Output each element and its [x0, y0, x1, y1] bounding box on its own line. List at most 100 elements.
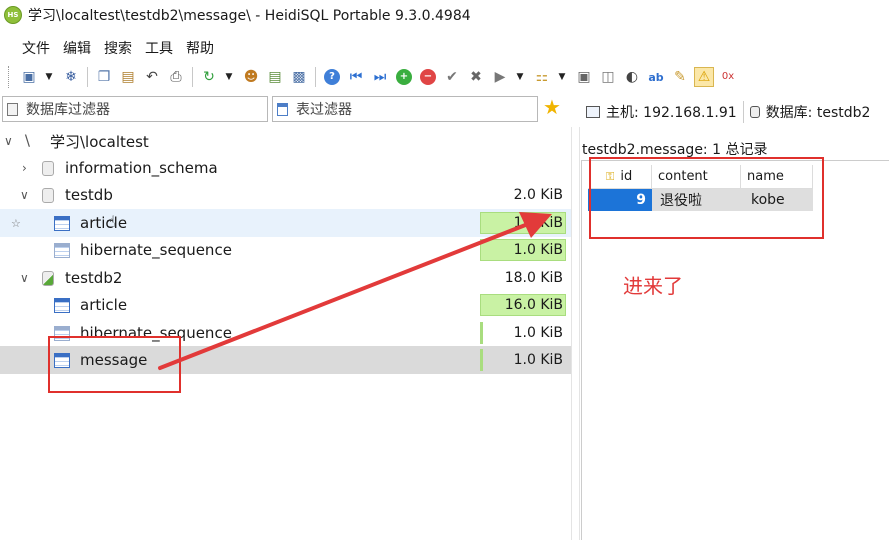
toolbar: ▣ ▼ ❄ ❐ ▤ ↶ ⎙ ↻ ▼ ☻ ▤ ▩ ? ⏮ ⏭ + − ✔ ✖ ▶ …	[0, 62, 889, 92]
export-sql-icon[interactable]: ▤	[265, 67, 285, 87]
menu-tools[interactable]: 工具	[145, 38, 173, 58]
paste-icon[interactable]: ▤	[118, 67, 138, 87]
last-record-icon[interactable]: ⏭	[370, 67, 390, 87]
menu-file[interactable]: 文件	[22, 38, 50, 58]
user-manager-icon[interactable]: ☻	[241, 67, 261, 87]
table-filter-input[interactable]: 表过滤器	[272, 96, 538, 122]
db-size: 18.0 KiB	[504, 270, 563, 286]
save-as-icon[interactable]: ◫	[598, 67, 618, 87]
toolbar-grip[interactable]	[8, 66, 11, 88]
tab-host[interactable]: 主机: 192.168.1.91	[580, 99, 743, 125]
session-dropdown-icon[interactable]: ▼	[43, 67, 55, 87]
hand-cursor-icon: ☝	[106, 212, 116, 231]
tree-session-label: 学习\localtest	[50, 132, 149, 151]
menu-search[interactable]: 搜索	[104, 38, 132, 58]
replace-icon[interactable]: ab	[646, 67, 666, 87]
database-tab-icon	[749, 106, 760, 118]
collapse-chevron-icon[interactable]: ∨	[20, 188, 29, 202]
hex-icon[interactable]: 0x	[718, 67, 738, 87]
table-icon	[54, 297, 70, 313]
tree-table-testdb-hibernate-sequence[interactable]: hibernate_sequence 1.0 KiB	[0, 236, 571, 264]
tree-db-testdb2[interactable]: ∨ testdb2 18.0 KiB	[0, 264, 571, 292]
insert-record-icon[interactable]: +	[394, 67, 414, 87]
tab-database[interactable]: 数据库: testdb2	[744, 99, 877, 125]
undo-icon[interactable]: ↶	[142, 67, 162, 87]
tree-db-label: testdb2	[65, 269, 123, 287]
post-check-icon[interactable]: ✔	[442, 67, 462, 87]
pin-star-icon[interactable]: ☆	[11, 217, 21, 230]
copy-icon[interactable]: ❐	[94, 67, 114, 87]
toolbar-separator	[87, 67, 88, 87]
host-monitor-icon	[586, 106, 600, 118]
title-bar: HS 学习\localtest\testdb2\message\ - Heidi…	[0, 0, 889, 30]
menu-help[interactable]: 帮助	[186, 38, 214, 58]
table-filter-placeholder: 表过滤器	[296, 102, 352, 118]
collapse-chevron-icon[interactable]: ∨	[4, 134, 13, 148]
database-icon	[42, 187, 54, 203]
first-record-icon[interactable]: ⏮	[346, 67, 366, 87]
app-window: HS 学习\localtest\testdb2\message\ - Heidi…	[0, 0, 889, 540]
grid-caption: testdb2.message: 1 总记录	[582, 142, 768, 158]
database-icon	[42, 160, 54, 176]
import-icon[interactable]: ▩	[289, 67, 309, 87]
tree-table-testdb2-article[interactable]: article 16.0 KiB	[0, 291, 571, 319]
table-size: 1.0 KiB	[513, 215, 563, 231]
table-icon	[54, 215, 70, 231]
database-tree: ∨ ∖ 学习\localtest › information_schema ∨ …	[0, 127, 571, 540]
tree-table-testdb-article[interactable]: ☆ article 1.0 KiB	[0, 209, 571, 237]
delete-record-icon[interactable]: −	[418, 67, 438, 87]
table-size: 1.0 KiB	[513, 352, 563, 368]
table-size: 1.0 KiB	[513, 325, 563, 341]
explain-icon[interactable]: ⚏	[532, 67, 552, 87]
table-filter-icon	[277, 102, 288, 116]
tab-host-label: 主机: 192.168.1.91	[606, 105, 737, 121]
refresh-dropdown-icon[interactable]: ▼	[223, 67, 235, 87]
size-bar	[480, 322, 483, 344]
print-icon[interactable]: ⎙	[166, 67, 186, 87]
menu-edit[interactable]: 编辑	[63, 38, 91, 58]
tree-db-label: information_schema	[65, 159, 218, 177]
tree-db-label: testdb	[65, 186, 113, 204]
tab-database-label: 数据库: testdb2	[765, 105, 871, 121]
database-active-icon	[42, 270, 54, 286]
size-bar	[480, 349, 483, 371]
run-dropdown-icon[interactable]: ▼	[514, 67, 526, 87]
tree-table-label: article	[80, 296, 128, 314]
annotation-box-message	[48, 336, 181, 393]
menu-bar: 文件 编辑 搜索 工具 帮助	[0, 36, 227, 60]
explain-dropdown-icon[interactable]: ▼	[556, 67, 568, 87]
heidisql-logo-icon: HS	[4, 6, 22, 24]
window-title: 学习\localtest\testdb2\message\ - HeidiSQL…	[28, 8, 471, 24]
expand-chevron-icon[interactable]: ›	[22, 161, 27, 175]
database-filter-placeholder: 数据库过滤器	[26, 102, 110, 118]
session-plug-icon: ∖	[22, 132, 32, 150]
tree-session-row[interactable]: ∨ ∖ 学习\localtest	[0, 127, 571, 155]
table-size: 16.0 KiB	[504, 297, 563, 313]
warning-icon[interactable]: ⚠	[694, 67, 714, 87]
edit-pencil-icon[interactable]: ✎	[670, 67, 690, 87]
pane-splitter[interactable]	[571, 127, 580, 540]
disconnect-icon[interactable]: ❄	[61, 67, 81, 87]
toolbar-separator	[315, 67, 316, 87]
cancel-x-icon[interactable]: ✖	[466, 67, 486, 87]
tree-table-label: article	[80, 214, 128, 232]
tree-table-label: hibernate_sequence	[80, 241, 232, 259]
refresh-icon[interactable]: ↻	[199, 67, 219, 87]
toolbar-separator	[192, 67, 193, 87]
favorites-star-icon[interactable]: ★	[543, 95, 561, 119]
filter-bar: 数据库过滤器 表过滤器 ★	[0, 95, 580, 124]
database-filter-input[interactable]: 数据库过滤器	[2, 96, 268, 122]
table-size: 1.0 KiB	[513, 242, 563, 258]
annotation-text: 进来了	[623, 274, 683, 298]
main-tabs: 主机: 192.168.1.91 数据库: testdb2	[580, 98, 889, 126]
run-query-icon[interactable]: ▶	[490, 67, 510, 87]
tree-db-information-schema[interactable]: › information_schema	[0, 154, 571, 182]
collapse-chevron-icon[interactable]: ∨	[20, 271, 29, 285]
help-icon[interactable]: ?	[322, 67, 342, 87]
session-manager-icon[interactable]: ▣	[19, 67, 39, 87]
binoculars-icon[interactable]: ◐	[622, 67, 642, 87]
table-icon	[54, 242, 70, 258]
database-filter-icon	[7, 102, 18, 116]
tree-db-testdb[interactable]: ∨ testdb 2.0 KiB	[0, 181, 571, 209]
save-icon[interactable]: ▣	[574, 67, 594, 87]
